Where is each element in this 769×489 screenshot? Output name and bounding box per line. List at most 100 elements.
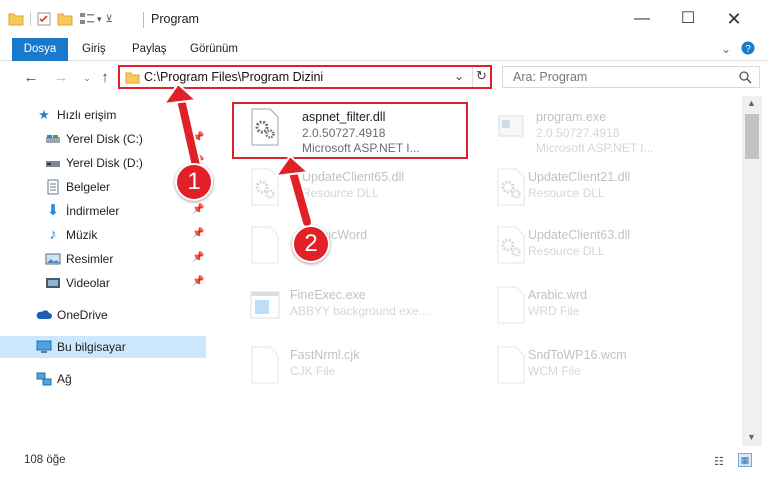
search-icon[interactable]: [739, 71, 752, 84]
nav-item-quick-access[interactable]: ★ Hızlı erişim: [0, 104, 206, 126]
file-type: ABBYY background exe...: [290, 304, 429, 318]
download-icon: ⬇: [46, 202, 60, 219]
tab-file[interactable]: Dosya: [12, 38, 68, 61]
nav-item-disk-d[interactable]: Yerel Disk (D:) 📌: [0, 152, 206, 174]
address-divider: [472, 67, 473, 87]
minimize-button[interactable]: —: [619, 6, 665, 32]
file-version: 2.0.50727.4918: [536, 126, 620, 140]
file-description: Microsoft ASP.NET I...: [536, 141, 654, 155]
svg-text:?: ?: [745, 44, 751, 55]
blank-file-icon: [251, 346, 279, 384]
nav-item-label: Müzik: [66, 228, 98, 242]
nav-item-videos[interactable]: Videolar 📌: [0, 272, 206, 294]
file-item-sndtowp16[interactable]: SndToWP16.wcm WCM File: [478, 340, 718, 398]
vertical-scrollbar[interactable]: ▲ ▼: [742, 96, 762, 446]
pin-icon[interactable]: 📌: [192, 132, 204, 143]
properties-icon[interactable]: [37, 12, 51, 26]
file-item-fastnrml[interactable]: FastNrml.cjk CJK File: [232, 340, 472, 398]
search-input[interactable]: Ara: Program: [513, 70, 587, 84]
pin-icon[interactable]: 📌: [192, 228, 204, 239]
pin-icon[interactable]: 📌: [192, 252, 204, 263]
dll-gear-icon: [251, 168, 279, 206]
file-item-updateclient65[interactable]: UpdateClient65.dll Resource DLL: [232, 162, 472, 220]
drive-icon: [46, 161, 60, 167]
up-arrow-icon[interactable]: ↑: [96, 69, 114, 87]
nav-item-label: Hızlı erişim: [57, 108, 117, 122]
window-title: Program: [151, 12, 199, 26]
blank-file-icon: [497, 346, 525, 384]
file-item-arabic-wrd[interactable]: Arabic.wrd WRD File: [478, 280, 718, 338]
file-type: Resource DLL: [302, 186, 379, 200]
folder-icon[interactable]: [8, 12, 24, 26]
scroll-up-icon[interactable]: ▲: [747, 98, 756, 108]
file-type: CJK File: [290, 364, 336, 378]
file-item-updateclient63[interactable]: UpdateClient63.dll Resource DLL: [478, 220, 718, 278]
nav-item-label: Yerel Disk (C:): [66, 132, 143, 146]
title-bar: ▾ ⊻ Program — ☐ ✕: [0, 0, 769, 38]
documents-icon: [47, 179, 59, 195]
drive-icon: [46, 135, 60, 143]
file-name: UpdateClient65.dll: [302, 170, 405, 184]
blank-file-icon: [497, 286, 525, 324]
tab-view[interactable]: Görünüm: [190, 38, 238, 61]
exe-icon: [498, 115, 524, 137]
navigation-bar: ← → ⌄ ↑ C:\Program Files\Program Dizini …: [0, 62, 769, 94]
file-name: program.exe: [536, 110, 607, 124]
close-button[interactable]: ✕: [711, 6, 757, 32]
cloud-icon: [36, 310, 52, 319]
address-bar[interactable]: C:\Program Files\Program Dizini ⌄ ↻: [118, 65, 492, 89]
chevron-down-icon[interactable]: ▾: [97, 14, 102, 25]
file-name: Arabic.wrd: [528, 288, 588, 302]
address-path[interactable]: C:\Program Files\Program Dizini: [144, 70, 323, 84]
new-folder-icon[interactable]: [57, 12, 73, 26]
file-item-updateclient21[interactable]: UpdateClient21.dll Resource DLL: [478, 162, 718, 220]
file-type: WRD File: [528, 304, 580, 318]
refresh-icon[interactable]: ↻: [476, 68, 487, 84]
nav-item-label: OneDrive: [57, 308, 108, 322]
tab-share[interactable]: Paylaş: [132, 38, 167, 61]
nav-item-network[interactable]: Ağ: [0, 368, 206, 390]
file-name: FastNrml.cjk: [290, 348, 360, 362]
file-type: Resource DLL: [528, 186, 605, 200]
pin-icon[interactable]: 📌: [192, 204, 204, 215]
maximize-button[interactable]: ☐: [665, 6, 711, 32]
help-icon[interactable]: ?: [740, 41, 756, 57]
nav-item-label: Videolar: [66, 276, 110, 290]
file-item-fineexec[interactable]: FineExec.exe ABBYY background exe...: [232, 280, 472, 338]
nav-item-music[interactable]: ♪ Müzik 📌: [0, 224, 206, 246]
nav-item-disk-c[interactable]: Yerel Disk (C:) 📌: [0, 128, 206, 150]
scroll-thumb[interactable]: [745, 114, 759, 159]
pin-icon[interactable]: 📌: [192, 276, 204, 287]
file-type: Resource DLL: [528, 244, 605, 258]
videos-icon: [46, 278, 60, 288]
music-icon: ♪: [49, 226, 57, 243]
details-view-icon[interactable]: ☷: [714, 455, 724, 468]
status-bar: 108 öğe ☷ ▦: [0, 450, 769, 474]
large-icons-view-icon[interactable]: ▦: [738, 453, 752, 467]
customize-toolbar-icon[interactable]: ⊻: [106, 14, 113, 25]
address-dropdown-icon[interactable]: ⌄: [454, 69, 464, 83]
nav-item-onedrive[interactable]: OneDrive: [0, 304, 206, 326]
scroll-down-icon[interactable]: ▼: [747, 432, 756, 442]
file-name: FineExec.exe: [290, 288, 366, 302]
file-name: UpdateClient63.dll: [528, 228, 631, 242]
expand-ribbon-icon[interactable]: ⌄: [718, 41, 734, 57]
highlight-box: [232, 102, 468, 159]
view-options-icon[interactable]: [79, 12, 95, 26]
ribbon-tabs: Dosya Giriş Paylaş Görünüm ⌄ ?: [0, 38, 769, 61]
file-item-program-exe[interactable]: program.exe 2.0.50727.4918 Microsoft ASP…: [478, 102, 718, 160]
back-arrow-icon[interactable]: ←: [22, 69, 40, 87]
forward-arrow-icon[interactable]: →: [52, 69, 70, 87]
recent-locations-icon[interactable]: ⌄: [78, 69, 96, 87]
file-item-arabicword[interactable]: ArabicWord Bt: [232, 220, 472, 278]
nav-item-label: Yerel Disk (D:): [66, 156, 143, 170]
nav-item-label: Resimler: [66, 252, 114, 266]
nav-item-pictures[interactable]: Resimler 📌: [0, 248, 206, 270]
nav-item-label: Ağ: [57, 372, 72, 386]
nav-item-this-pc[interactable]: Bu bilgisayar: [0, 336, 206, 358]
tab-home[interactable]: Giriş: [82, 38, 106, 61]
search-box[interactable]: Ara: Program: [502, 66, 760, 88]
nav-item-downloads[interactable]: ⬇ İndirmeler 📌: [0, 200, 206, 222]
callout-step-2: 2: [292, 225, 330, 263]
folder-icon: [125, 72, 140, 84]
